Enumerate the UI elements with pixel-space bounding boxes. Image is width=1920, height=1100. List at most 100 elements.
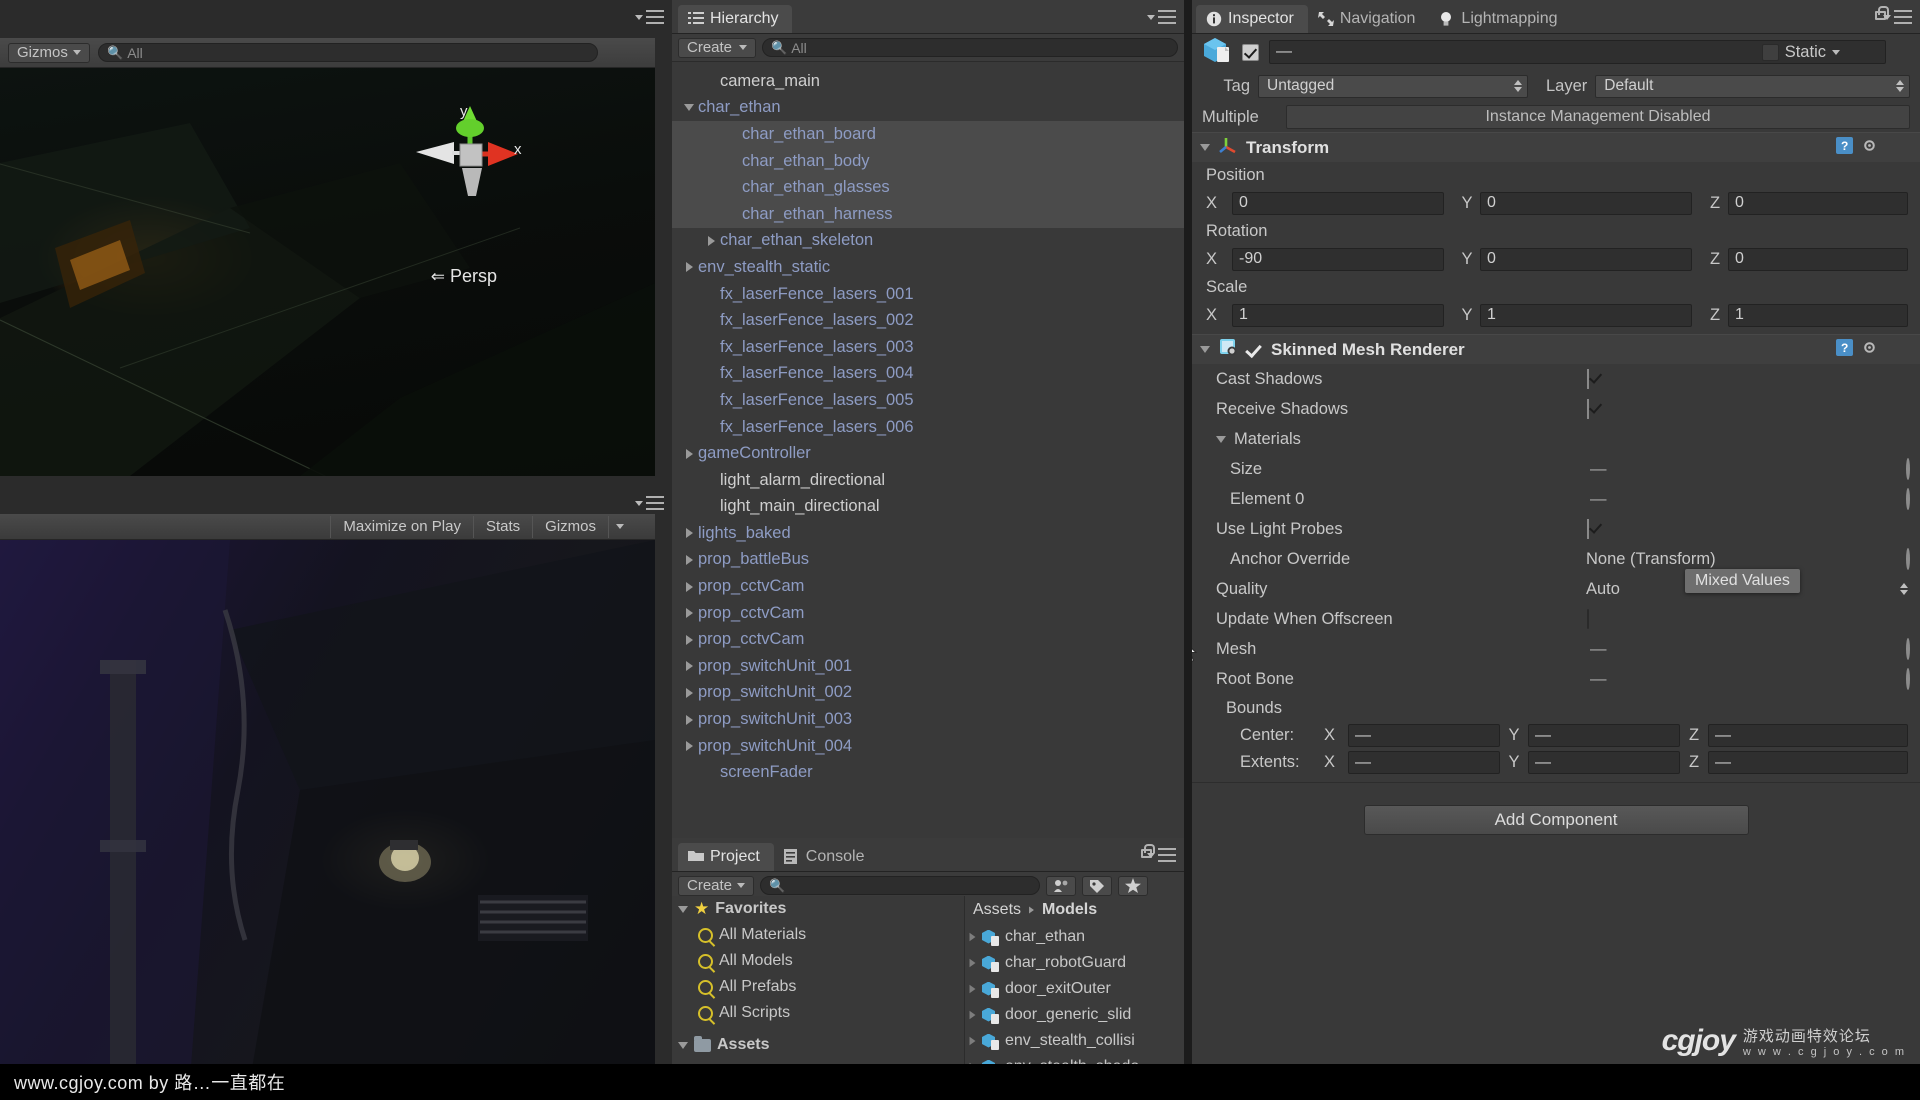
asset-item[interactable]: char_ethan — [965, 924, 1184, 950]
gear-icon[interactable] — [1861, 339, 1878, 361]
position-y-field[interactable]: 0 — [1480, 191, 1692, 215]
asset-item[interactable]: char_robotGuard — [965, 950, 1184, 976]
tab-lightmapping[interactable]: Lightmapping — [1429, 5, 1571, 33]
tag-dropdown[interactable]: Untagged — [1258, 74, 1528, 98]
scene-panel-menu-button[interactable] — [635, 8, 664, 26]
scene-projection-label[interactable]: ⇐ Persp — [431, 266, 497, 287]
hierarchy-item[interactable]: prop_switchUnit_003 — [672, 706, 1184, 733]
chevron-right-icon[interactable] — [680, 262, 698, 273]
chevron-right-icon[interactable] — [969, 958, 976, 968]
chevron-right-icon[interactable] — [969, 1010, 976, 1020]
asset-file-list[interactable]: char_ethan char_robotGuard door_exitOuter d… — [965, 924, 1184, 1080]
game-gizmos-dropdown[interactable] — [608, 515, 631, 538]
object-picker-icon[interactable] — [1906, 457, 1910, 480]
hierarchy-item[interactable]: fx_laserFence_lasers_003 — [672, 334, 1184, 361]
bounds-extents-y-field[interactable]: — — [1528, 751, 1680, 774]
chevron-right-icon[interactable] — [680, 687, 698, 698]
hierarchy-item[interactable]: light_main_directional — [672, 494, 1184, 521]
scale-z-field[interactable]: 1 — [1728, 303, 1908, 327]
breadcrumb-models[interactable]: Models — [1042, 901, 1097, 919]
rotation-y-field[interactable]: 0 — [1480, 247, 1692, 271]
hierarchy-item[interactable]: fx_laserFence_lasers_001 — [672, 281, 1184, 308]
hierarchy-item[interactable]: screenFader — [672, 759, 1184, 786]
chevron-right-icon[interactable] — [680, 634, 698, 645]
project-create-button[interactable]: Create — [678, 875, 755, 896]
rotation-x-field[interactable]: -90 — [1232, 247, 1444, 271]
hierarchy-item[interactable]: char_ethan_harness — [672, 200, 1184, 228]
favorite-item[interactable]: All Materials — [672, 922, 964, 948]
asset-item[interactable]: door_exitOuter — [965, 976, 1184, 1002]
hierarchy-item[interactable]: prop_cctvCam — [672, 573, 1184, 600]
smr-property-checkbox[interactable] — [1587, 398, 1589, 419]
game-viewport[interactable] — [0, 540, 655, 1080]
project-assets-root[interactable]: Assets — [672, 1032, 964, 1058]
layer-dropdown[interactable]: Default — [1595, 74, 1910, 98]
gear-icon[interactable] — [1861, 137, 1878, 159]
chevron-right-icon[interactable] — [680, 448, 698, 459]
filter-by-type-button[interactable] — [1046, 875, 1077, 896]
static-toggle-group[interactable]: Static — [1761, 43, 1840, 62]
asset-item[interactable]: door_generic_slid — [965, 1002, 1184, 1028]
chevron-down-icon[interactable] — [1216, 435, 1226, 443]
inspector-panel-menu-button[interactable] — [1883, 8, 1912, 26]
favorite-item[interactable]: All Prefabs — [672, 974, 964, 1000]
hierarchy-item[interactable]: char_ethan_board — [672, 121, 1184, 148]
gameobject-enabled-checkbox[interactable] — [1242, 43, 1259, 61]
stats-button[interactable]: Stats — [472, 515, 532, 538]
bounds-center-z-field[interactable]: — — [1708, 724, 1908, 747]
static-checkbox[interactable] — [1761, 43, 1779, 61]
hierarchy-item[interactable]: fx_laserFence_lasers_004 — [672, 361, 1184, 388]
component-help-icon[interactable]: ? — [1836, 136, 1853, 159]
hierarchy-item[interactable]: fx_laserFence_lasers_006 — [672, 414, 1184, 441]
hierarchy-search-input[interactable]: 🔍 All — [762, 38, 1178, 57]
gizmos-dropdown-button[interactable]: Gizmos — [8, 42, 90, 63]
favorite-button[interactable] — [1118, 875, 1149, 896]
position-x-field[interactable]: 0 — [1232, 191, 1444, 215]
chevron-down-icon[interactable] — [1200, 144, 1210, 151]
game-gizmos-button[interactable]: Gizmos — [532, 515, 608, 538]
hierarchy-item[interactable]: camera_main — [672, 68, 1184, 95]
scene-search-input[interactable]: 🔍 All — [98, 43, 598, 62]
chevron-right-icon[interactable] — [969, 984, 976, 994]
updown-arrows-icon[interactable] — [1900, 583, 1908, 595]
hierarchy-create-button[interactable]: Create — [678, 37, 756, 58]
chevron-down-icon[interactable] — [1200, 346, 1210, 353]
favorite-item[interactable]: All Models — [672, 948, 964, 974]
tab-console[interactable]: Console — [774, 843, 879, 871]
scene-viewport[interactable]: y x ⇐ Persp — [0, 68, 655, 476]
hierarchy-item[interactable]: char_ethan — [672, 95, 1184, 122]
object-picker-icon[interactable] — [1906, 667, 1910, 690]
smr-property-value[interactable]: Auto — [1586, 580, 1620, 599]
bounds-center-x-field[interactable]: — — [1348, 724, 1500, 747]
tab-hierarchy[interactable]: Hierarchy — [678, 5, 793, 33]
hierarchy-item[interactable]: prop_switchUnit_004 — [672, 733, 1184, 760]
chevron-right-icon[interactable] — [969, 1036, 976, 1046]
chevron-right-icon[interactable] — [680, 608, 698, 619]
component-help-icon[interactable]: ? — [1836, 338, 1853, 361]
scale-x-field[interactable]: 1 — [1232, 303, 1444, 327]
hierarchy-item[interactable]: fx_laserFence_lasers_005 — [672, 387, 1184, 414]
favorites-list[interactable]: All Materials All Models All Prefabs All Sc… — [672, 922, 964, 1026]
bounds-extents-z-field[interactable]: — — [1708, 751, 1908, 774]
project-panel-menu-button[interactable] — [1147, 846, 1176, 864]
object-picker-icon[interactable] — [1906, 487, 1910, 510]
hierarchy-panel-menu-button[interactable] — [1147, 8, 1176, 26]
tab-inspector[interactable]: Inspector — [1196, 5, 1308, 33]
tab-navigation[interactable]: Navigation — [1308, 5, 1430, 33]
hierarchy-item[interactable]: light_alarm_directional — [672, 467, 1184, 494]
game-panel-menu-button[interactable] — [635, 494, 664, 512]
hierarchy-item[interactable]: char_ethan_skeleton — [672, 228, 1184, 255]
chevron-right-icon[interactable] — [680, 528, 698, 539]
chevron-right-icon[interactable] — [702, 235, 720, 246]
hierarchy-tree[interactable]: camera_main char_ethan char_ethan_board cha… — [672, 68, 1184, 838]
bounds-center-y-field[interactable]: — — [1528, 724, 1680, 747]
hierarchy-item[interactable]: char_ethan_body — [672, 147, 1184, 175]
filter-by-label-button[interactable] — [1082, 875, 1113, 896]
chevron-right-icon[interactable] — [680, 554, 698, 565]
skinned-mesh-renderer-header[interactable]: Skinned Mesh Renderer ? — [1192, 334, 1920, 364]
hierarchy-item[interactable]: prop_switchUnit_002 — [672, 680, 1184, 707]
smr-property-checkbox[interactable] — [1587, 518, 1589, 539]
breadcrumb[interactable]: Assets Models — [965, 896, 1184, 924]
asset-item[interactable]: env_stealth_collisi — [965, 1028, 1184, 1054]
breadcrumb-assets[interactable]: Assets — [973, 901, 1021, 919]
